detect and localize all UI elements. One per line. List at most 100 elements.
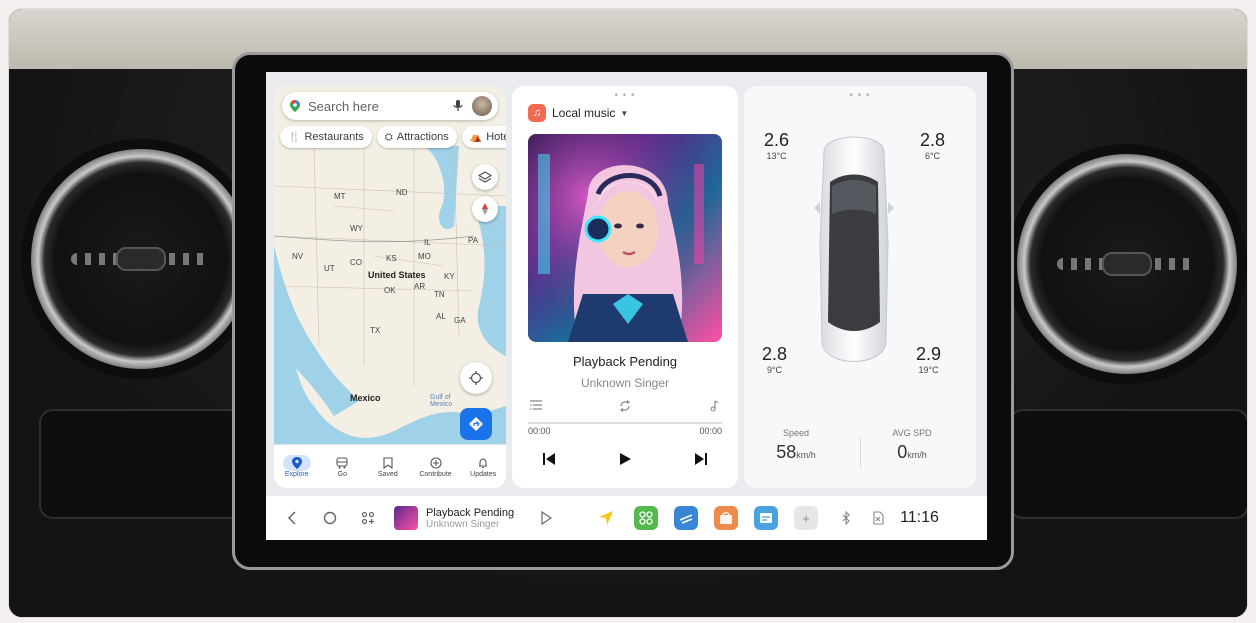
system-clock: 11:16 bbox=[900, 509, 939, 526]
nav-updates[interactable]: Updates bbox=[469, 455, 497, 478]
account-avatar[interactable] bbox=[472, 96, 492, 116]
attractions-icon: ⛭ bbox=[384, 131, 393, 143]
total-time: 00:00 bbox=[699, 426, 722, 436]
map-state-label: IL bbox=[424, 238, 431, 247]
bluetooth-icon[interactable] bbox=[834, 506, 858, 530]
lyrics-icon[interactable] bbox=[708, 400, 720, 412]
nav-label: Saved bbox=[377, 471, 398, 478]
chip-hotels[interactable]: ⛺ Hotels bbox=[461, 126, 506, 148]
layers-icon bbox=[478, 171, 492, 183]
nav-saved[interactable]: Saved bbox=[374, 455, 402, 478]
repeat-icon[interactable] bbox=[619, 400, 631, 412]
previous-track-icon[interactable] bbox=[542, 452, 556, 466]
map-search-bar[interactable]: Search here bbox=[282, 92, 498, 120]
chip-label: Hotels bbox=[486, 131, 506, 143]
elapsed-time: 00:00 bbox=[528, 426, 551, 436]
bus-icon bbox=[328, 455, 356, 471]
store-app-icon[interactable] bbox=[714, 506, 739, 530]
tire-front-right: 2.8 6°C bbox=[920, 130, 945, 161]
nav-explore[interactable]: Explore bbox=[282, 455, 311, 478]
chip-label: Attractions bbox=[396, 131, 449, 143]
google-maps-pin-icon bbox=[290, 100, 300, 112]
bottom-taskbar: Playback Pending Unknown Singer + 11:16 bbox=[266, 496, 987, 540]
drag-handle-dots[interactable]: • • • bbox=[614, 90, 635, 101]
nav-go[interactable]: Go bbox=[328, 455, 356, 478]
home-icon[interactable] bbox=[318, 506, 342, 530]
microphone-icon[interactable] bbox=[452, 99, 464, 113]
compass-icon bbox=[482, 203, 488, 215]
head-unit-screen: United States Mexico Gulf of Mexico MT N… bbox=[266, 72, 987, 540]
taskbar-play-icon[interactable] bbox=[534, 506, 558, 530]
nav-contribute[interactable]: Contribute bbox=[419, 455, 452, 478]
playlist-icon[interactable] bbox=[530, 400, 542, 410]
right-air-vent bbox=[1017, 154, 1237, 374]
now-playing-cover[interactable] bbox=[394, 506, 418, 530]
music-tools bbox=[530, 400, 720, 412]
map-state-label: WY bbox=[350, 224, 363, 233]
track-title: Playback Pending bbox=[572, 354, 678, 369]
plus-circle-icon bbox=[422, 455, 450, 471]
chip-restaurants[interactable]: 🍴 Restaurants bbox=[280, 126, 372, 148]
chip-attractions[interactable]: ⛭ Attractions bbox=[376, 126, 457, 148]
now-playing-artist: Unknown Singer bbox=[426, 518, 500, 530]
bell-icon bbox=[469, 455, 497, 471]
music-source-label: Local music bbox=[552, 106, 616, 120]
map-state-label: CO bbox=[350, 258, 362, 267]
avg-speed-unit: km/h bbox=[907, 450, 927, 460]
drag-handle-dots[interactable]: • • • bbox=[849, 90, 870, 101]
map-state-label: TN bbox=[434, 290, 445, 299]
tire-pressure-value: 2.9 bbox=[916, 344, 942, 364]
file-manager-app-icon[interactable] bbox=[754, 506, 779, 530]
tire-pressure-widget: • • • 2.6 13°C 2.8 6°C 2.8 9°C 2.9 19°C bbox=[744, 86, 976, 488]
app-launcher-icon[interactable] bbox=[634, 506, 659, 530]
layers-button[interactable] bbox=[472, 164, 498, 190]
map-label-mexico: Mexico bbox=[350, 393, 381, 403]
speed-unit: km/h bbox=[796, 450, 816, 460]
tire-temperature: 6°C bbox=[924, 151, 941, 161]
my-location-button[interactable] bbox=[460, 362, 492, 394]
next-track-icon[interactable] bbox=[694, 452, 708, 466]
dropdown-caret-icon: ▼ bbox=[620, 108, 629, 118]
back-icon[interactable] bbox=[280, 506, 304, 530]
maps-widget[interactable]: United States Mexico Gulf of Mexico MT N… bbox=[274, 86, 506, 488]
play-icon[interactable] bbox=[618, 452, 632, 466]
playback-progress-bar[interactable] bbox=[528, 422, 722, 424]
map-state-label: UT bbox=[324, 264, 335, 273]
map-state-label: AL bbox=[436, 312, 446, 321]
nav-label: Contribute bbox=[419, 471, 452, 478]
map-label-gulf: Gulf of Mexico bbox=[430, 394, 453, 408]
tire-front-left: 2.6 13°C bbox=[764, 130, 789, 161]
stat-divider bbox=[860, 438, 861, 468]
restaurant-icon: 🍴 bbox=[288, 131, 301, 143]
map-state-label: PA bbox=[468, 236, 479, 245]
now-playing-info[interactable]: Playback Pending Unknown Singer bbox=[426, 507, 514, 530]
tire-pressure-value: 2.6 bbox=[764, 130, 790, 150]
tire-pressure-value: 2.8 bbox=[762, 344, 788, 364]
map-state-label: TX bbox=[370, 326, 381, 335]
maps-bottom-nav: Explore Go Saved Contribute Updates bbox=[274, 444, 506, 488]
album-art bbox=[528, 134, 722, 342]
map-state-label: MO bbox=[418, 252, 431, 261]
right-storage-pocket bbox=[1009, 409, 1247, 519]
tire-temperature: 19°C bbox=[918, 365, 939, 375]
nav-label: Explore bbox=[284, 471, 309, 478]
tire-temperature: 9°C bbox=[766, 365, 783, 375]
left-air-vent bbox=[31, 149, 251, 369]
car-settings-app-icon[interactable] bbox=[674, 506, 699, 530]
no-sim-icon[interactable] bbox=[866, 506, 890, 530]
directions-icon bbox=[469, 417, 483, 431]
speed-value: 58 bbox=[776, 442, 797, 462]
navigation-app-icon[interactable] bbox=[594, 506, 618, 530]
map-state-label: OK bbox=[384, 286, 396, 295]
now-playing-title: Playback Pending bbox=[426, 506, 515, 519]
avg-speed-value: 0 bbox=[897, 442, 908, 462]
music-source-selector[interactable]: ♫ Local music ▼ bbox=[528, 104, 628, 122]
car-top-view bbox=[814, 136, 894, 362]
add-app-icon[interactable]: + bbox=[794, 506, 819, 530]
nav-label: Go bbox=[337, 471, 347, 478]
chip-label: Restaurants bbox=[304, 131, 364, 143]
compass-button[interactable] bbox=[472, 196, 498, 222]
category-chips: 🍴 Restaurants ⛭ Attractions ⛺ Hotels bbox=[280, 126, 506, 148]
directions-button[interactable] bbox=[460, 408, 492, 440]
apps-grid-icon[interactable] bbox=[356, 506, 380, 530]
